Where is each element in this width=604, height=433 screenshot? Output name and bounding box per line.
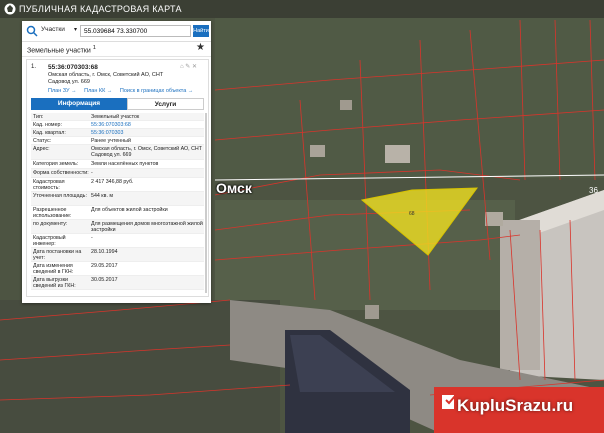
row-key: Уточненная площадь: (33, 193, 87, 199)
row-key: Форма собственности: (33, 170, 89, 176)
table-row: Статус: Ранее учтенный (31, 137, 204, 145)
table-row: Дата постановки на учет: 28.10.1994 (31, 248, 204, 262)
table-row: Форма собственности: - (31, 169, 204, 178)
table-row: Кад. квартал: 55:36:070303 (31, 129, 204, 137)
table-row: Тип: Земельный участок (31, 113, 204, 121)
parcel-label: 68 (409, 211, 415, 217)
table-row: Разрешенное использование: Для объектов ж… (31, 206, 204, 220)
row-value: 28.10.1994 (91, 249, 118, 255)
row-key: Дата изменения сведений в ГКН: (33, 263, 74, 276)
row-key: Кадастровая стоимость: (33, 179, 65, 192)
chevron-down-icon[interactable]: ▾ (74, 26, 77, 33)
row-value: 30.05.2017 (91, 277, 118, 283)
table-row: Адрес: Омская область, г. Омск, Советский… (31, 145, 204, 160)
card-tabs: Информация Услуги (31, 98, 204, 110)
row-key: Дата постановки на учет: (33, 249, 82, 262)
parcel-card: 1. 55:36:070303:68 ⌂ ✎ ✕ Омская область,… (26, 59, 209, 297)
table-row: Кадастровая стоимость: 2 417 346,88 руб. (31, 178, 204, 192)
row-value: Омская область, г. Омск, Советский АО, С… (91, 146, 202, 159)
search-in-bounds-link[interactable]: Поиск в границах объекта → (120, 88, 193, 94)
row-key: Категория земель: (33, 161, 79, 167)
row-value[interactable]: 55:36:070303:68 (91, 122, 203, 128)
card-tools-icon[interactable]: ⌂ ✎ ✕ (180, 63, 197, 70)
card-links: План ЗУ → План КК → Поиск в границах объ… (48, 88, 199, 94)
plan-kk-link[interactable]: План КК → (84, 88, 112, 94)
row-key: Тип: (33, 114, 44, 120)
row-value: - (91, 235, 93, 241)
attribute-table: Тип: Земельный участок Кад. номер: 55:36:07… (31, 113, 204, 290)
table-row: Дата изменения сведений в ГКН: 29.05.2017 (31, 262, 204, 276)
cadastral-number[interactable]: 55:36:070303:68 (48, 64, 98, 71)
table-row: по документу: Для размещения домов многоэ… (31, 220, 204, 234)
search-icon[interactable] (26, 25, 38, 37)
plan-zu-link[interactable]: План ЗУ → (48, 88, 77, 94)
result-count: 1 (92, 45, 96, 51)
row-value: 2 417 346,88 руб. (91, 179, 134, 185)
table-row: Кадастровый инженер: - (31, 234, 204, 248)
parcel-address: Омская область, г. Омск, Советский АО, С… (48, 72, 164, 85)
table-row: Уточненная площадь: 544 кв. м (31, 192, 204, 206)
search-bar: Участки ▾ Найти (22, 21, 211, 42)
row-value: Земельный участок (91, 114, 140, 120)
row-key: Кад. квартал: (33, 130, 66, 136)
row-key: Дата выгрузки сведений из ГКН: (33, 277, 76, 290)
layer-label: Земельные участки (27, 47, 91, 55)
app-title: ПУБЛИЧНАЯ КАДАСТРОВАЯ КАРТА (19, 4, 182, 14)
row-value: Ранее учтенный (91, 138, 131, 144)
tab-services[interactable]: Услуги (127, 98, 204, 110)
row-key: Кад. номер: (33, 122, 62, 128)
table-row: Категория земель: Земли населённых пункто… (31, 160, 204, 169)
row-key: Статус: (33, 138, 52, 144)
row-value: 29.05.2017 (91, 263, 118, 269)
row-key: по документу: (33, 221, 68, 227)
city-label: Омск (216, 180, 252, 196)
star-icon[interactable]: ★ (196, 42, 205, 53)
watermark-text: KupluSrazu.ru (457, 396, 574, 415)
row-value: - (91, 170, 93, 176)
search-type-dropdown[interactable]: Участки (41, 26, 65, 33)
row-value: Для размещения домов многоэтажной жилой … (91, 221, 203, 234)
tab-information[interactable]: Информация (31, 98, 127, 110)
table-row: Кад. номер: 55:36:070303:68 (31, 121, 204, 129)
table-row: Дата выгрузки сведений из ГКН: 30.05.2017 (31, 276, 204, 290)
scrollbar[interactable] (205, 113, 207, 293)
layer-header: Земельные участки 1 ★ (22, 41, 211, 57)
top-bar: ПУБЛИЧНАЯ КАДАСТРОВАЯ КАРТА (0, 0, 604, 18)
search-button[interactable]: Найти (193, 25, 209, 37)
info-panel: Участки ▾ Найти Земельные участки 1 ★ 1.… (22, 21, 211, 303)
row-key: Кадастровый инженер: (33, 235, 66, 248)
row-key: Разрешенное использование: (33, 207, 72, 220)
row-value: Для объектов жилой застройки (91, 207, 168, 213)
rosreestr-logo-icon[interactable] (4, 3, 16, 15)
coordinates-input[interactable] (80, 25, 191, 37)
row-key: Адрес: (33, 146, 50, 152)
row-value: 544 кв. м (91, 193, 114, 199)
result-number: 1. (31, 64, 37, 70)
row-value: Земли населённых пунктов (91, 161, 159, 167)
street-number-label: 36 (589, 186, 598, 195)
row-value[interactable]: 55:36:070303 (91, 130, 203, 136)
